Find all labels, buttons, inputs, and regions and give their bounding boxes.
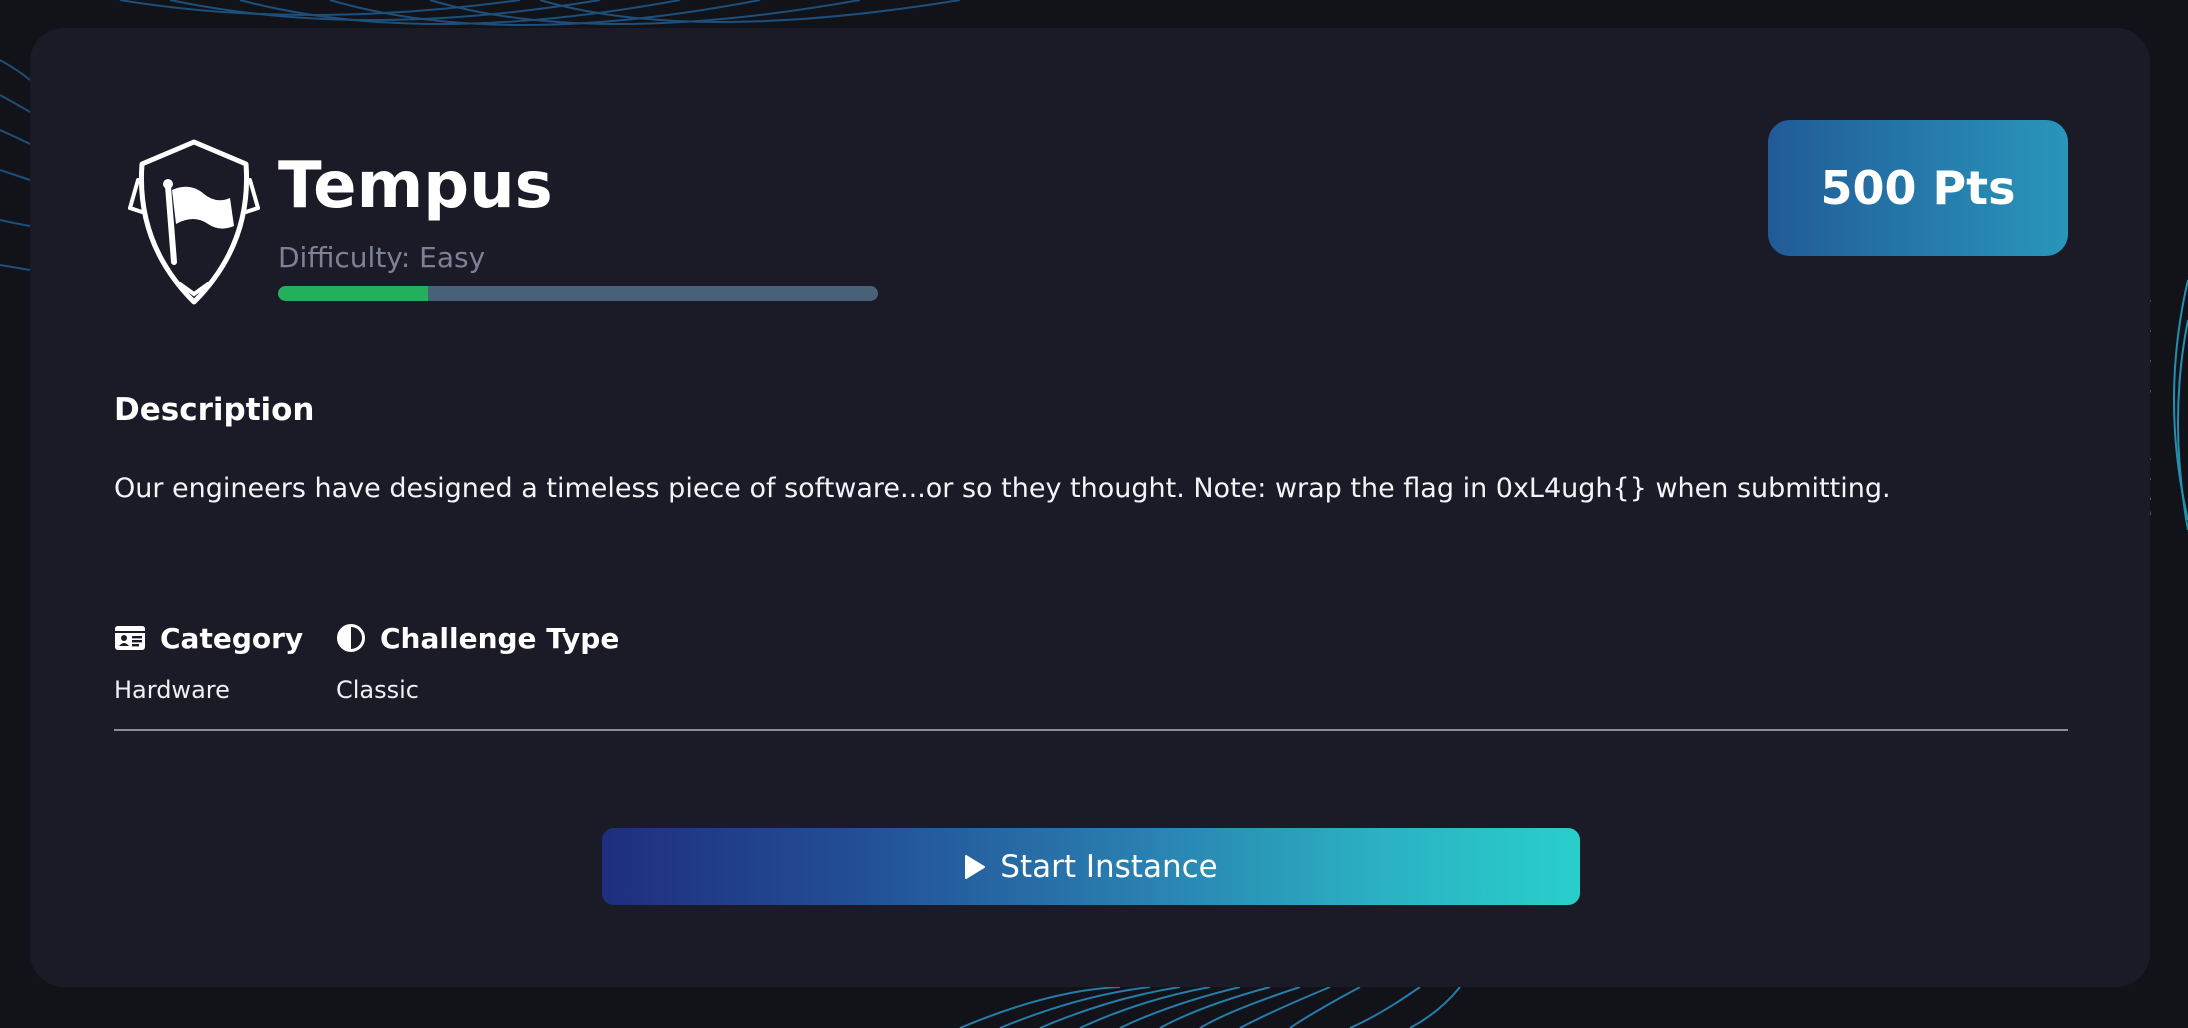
category-label: Category — [160, 621, 304, 655]
challenge-type-section: Challenge Type Classic — [336, 618, 619, 706]
difficulty-progress-bar — [278, 286, 878, 301]
challenge-type-value: Classic — [336, 676, 420, 704]
category-value: Hardware — [114, 676, 230, 704]
difficulty-progress-fill — [278, 286, 428, 301]
difficulty-label: Difficulty: Easy — [278, 241, 486, 274]
half-circle-icon — [337, 624, 365, 652]
challenge-type-label: Challenge Type — [380, 621, 620, 655]
category-section: Category Hardware — [114, 618, 303, 706]
challenge-title: Tempus — [278, 149, 553, 223]
description-text: Our engineers have designed a timeless p… — [114, 473, 1891, 504]
shield-flag-icon — [128, 139, 260, 305]
play-icon — [965, 854, 986, 879]
section-divider — [114, 729, 2068, 731]
start-instance-label: Start Instance — [1000, 848, 1218, 885]
start-instance-button[interactable]: Start Instance — [602, 828, 1580, 905]
points-badge: 500 Pts — [1768, 120, 2068, 256]
id-card-icon — [115, 626, 145, 650]
challenge-card: Tempus Difficulty: Easy 500 Pts Descript… — [30, 28, 2150, 987]
description-heading: Description — [114, 392, 315, 428]
